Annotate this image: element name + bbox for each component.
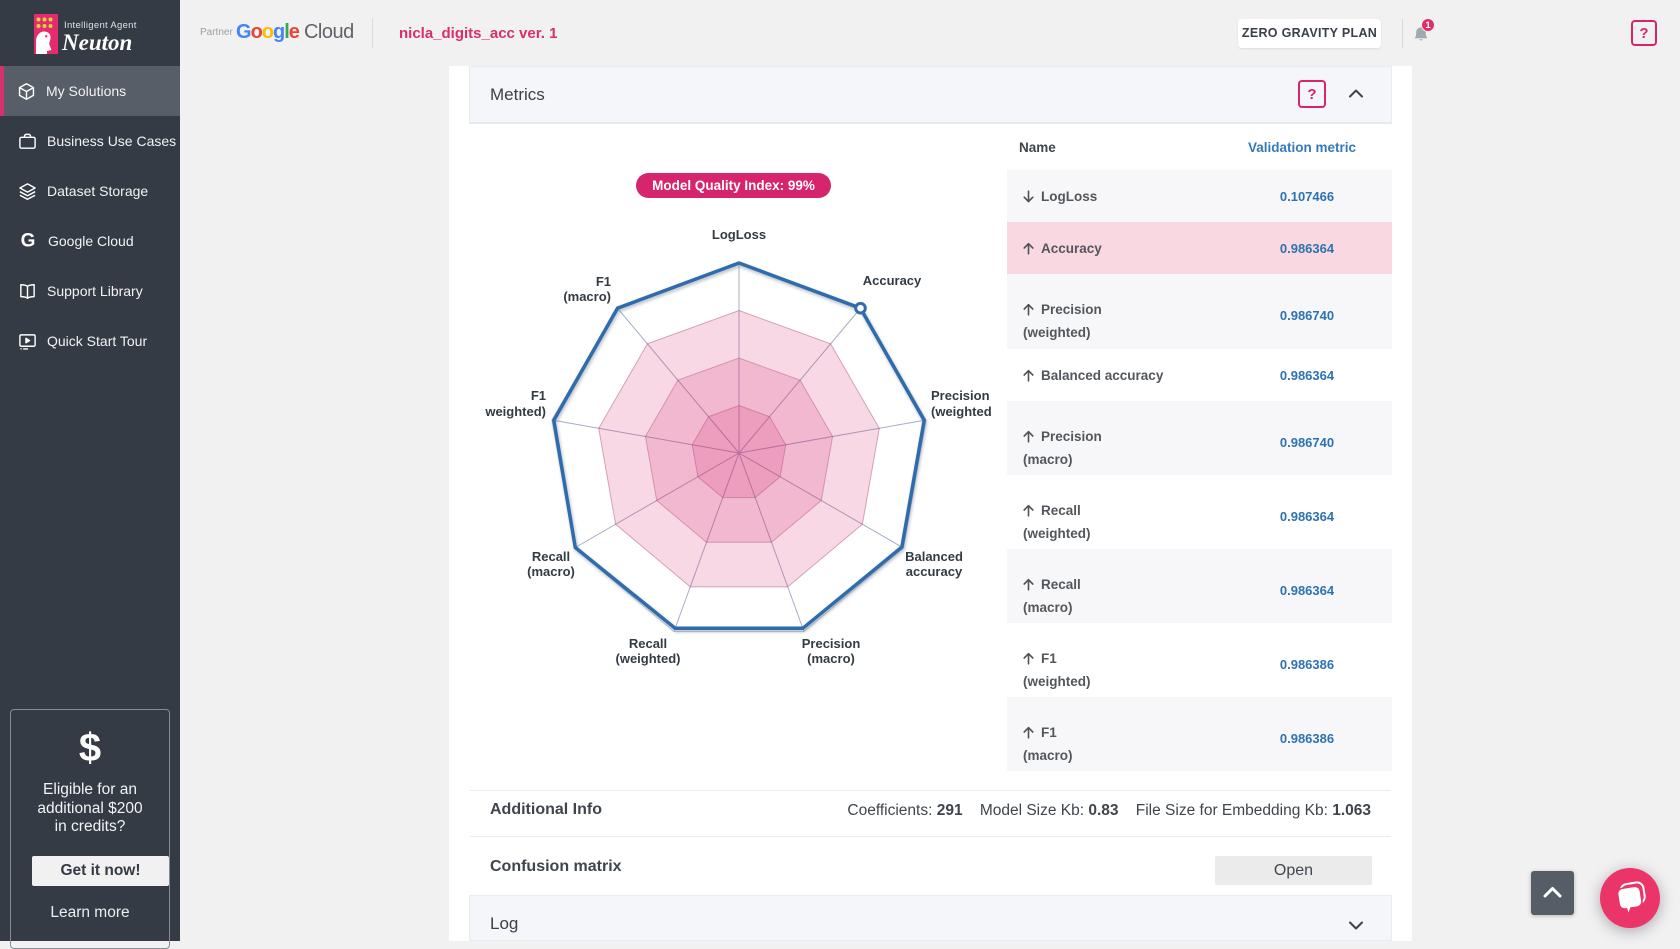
svg-text:G: G xyxy=(21,231,36,251)
